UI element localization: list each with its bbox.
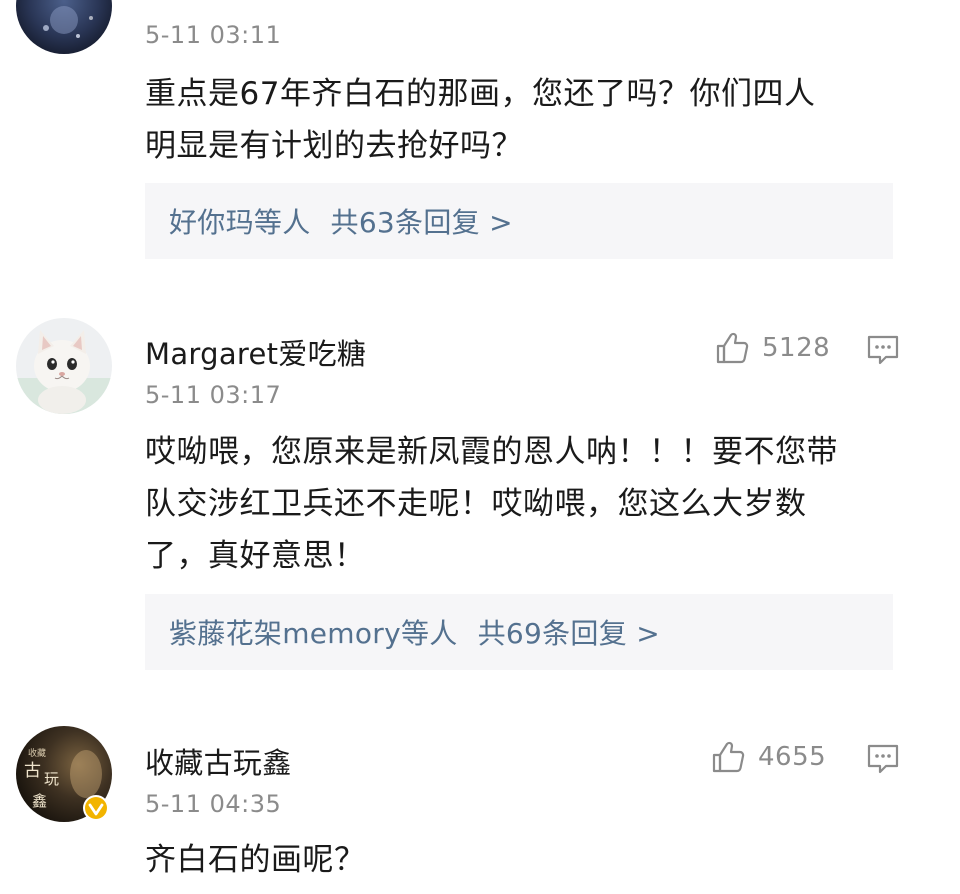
- comment-text-line: 齐白石的画呢？: [145, 842, 366, 878]
- like-button[interactable]: 5128: [714, 328, 830, 368]
- comment-text: 哎呦喂，您原来是新凤霞的恩人呐！！！要不您带 队交涉红卫兵还不走呢！哎呦喂，您这…: [145, 426, 905, 582]
- like-count: 5128: [762, 333, 831, 363]
- comment-text: 齐白石的画呢？: [145, 834, 905, 886]
- avatar-text: 收藏: [28, 747, 46, 759]
- thumbs-up-icon: [716, 332, 749, 364]
- comment-timestamp: 5-11 03:11: [145, 21, 282, 49]
- reply-count-link[interactable]: 共63条回复 >: [331, 206, 513, 239]
- like-count: 4655: [758, 742, 827, 772]
- comment-timestamp: 5-11 03:17: [145, 381, 282, 409]
- comment-1: 5-11 03:11 重点是67年齐白石的那画，您还了吗？你们四人 明显是有计划…: [0, 0, 960, 270]
- comment-text-line: 明显是有计划的去抢好吗？: [145, 128, 523, 164]
- comment-text-line: 队交涉红卫兵还不走呢！哎呦喂，您这么大岁数: [145, 486, 807, 522]
- avatar[interactable]: [16, 318, 112, 414]
- reply-names: 紫藤花架memory等人: [169, 617, 458, 650]
- replies-preview[interactable]: 紫藤花架memory等人 共69条回复 >: [145, 594, 893, 670]
- comment-text-line: 重点是67年齐白石的那画，您还了吗？你们四人: [145, 76, 816, 112]
- thumbs-up-icon: [712, 741, 745, 773]
- reply-count-link[interactable]: 共69条回复 >: [478, 617, 660, 650]
- avatar-text: 鑫: [32, 792, 47, 810]
- comment-timestamp: 5-11 04:35: [145, 790, 282, 818]
- avatar-text: 古: [24, 761, 41, 781]
- avatar-text: 玩: [44, 770, 59, 788]
- comment-reply-icon[interactable]: [866, 743, 900, 775]
- comment-reply-icon[interactable]: [866, 334, 900, 366]
- verified-badge-icon: [83, 795, 109, 821]
- comment-username[interactable]: Margaret爱吃糖: [145, 331, 366, 373]
- comment-text: 重点是67年齐白石的那画，您还了吗？你们四人 明显是有计划的去抢好吗？: [145, 68, 905, 172]
- comment-username[interactable]: 收藏古玩鑫: [145, 740, 292, 782]
- comment-text-line: 哎呦喂，您原来是新凤霞的恩人呐！！！要不您带: [145, 434, 838, 470]
- like-button[interactable]: 4655: [710, 737, 826, 777]
- comment-text-line: 了，真好意思！: [145, 538, 366, 574]
- avatar[interactable]: [16, 0, 112, 54]
- reply-names: 好你玛等人: [169, 206, 311, 239]
- replies-preview[interactable]: 好你玛等人 共63条回复 >: [145, 183, 893, 259]
